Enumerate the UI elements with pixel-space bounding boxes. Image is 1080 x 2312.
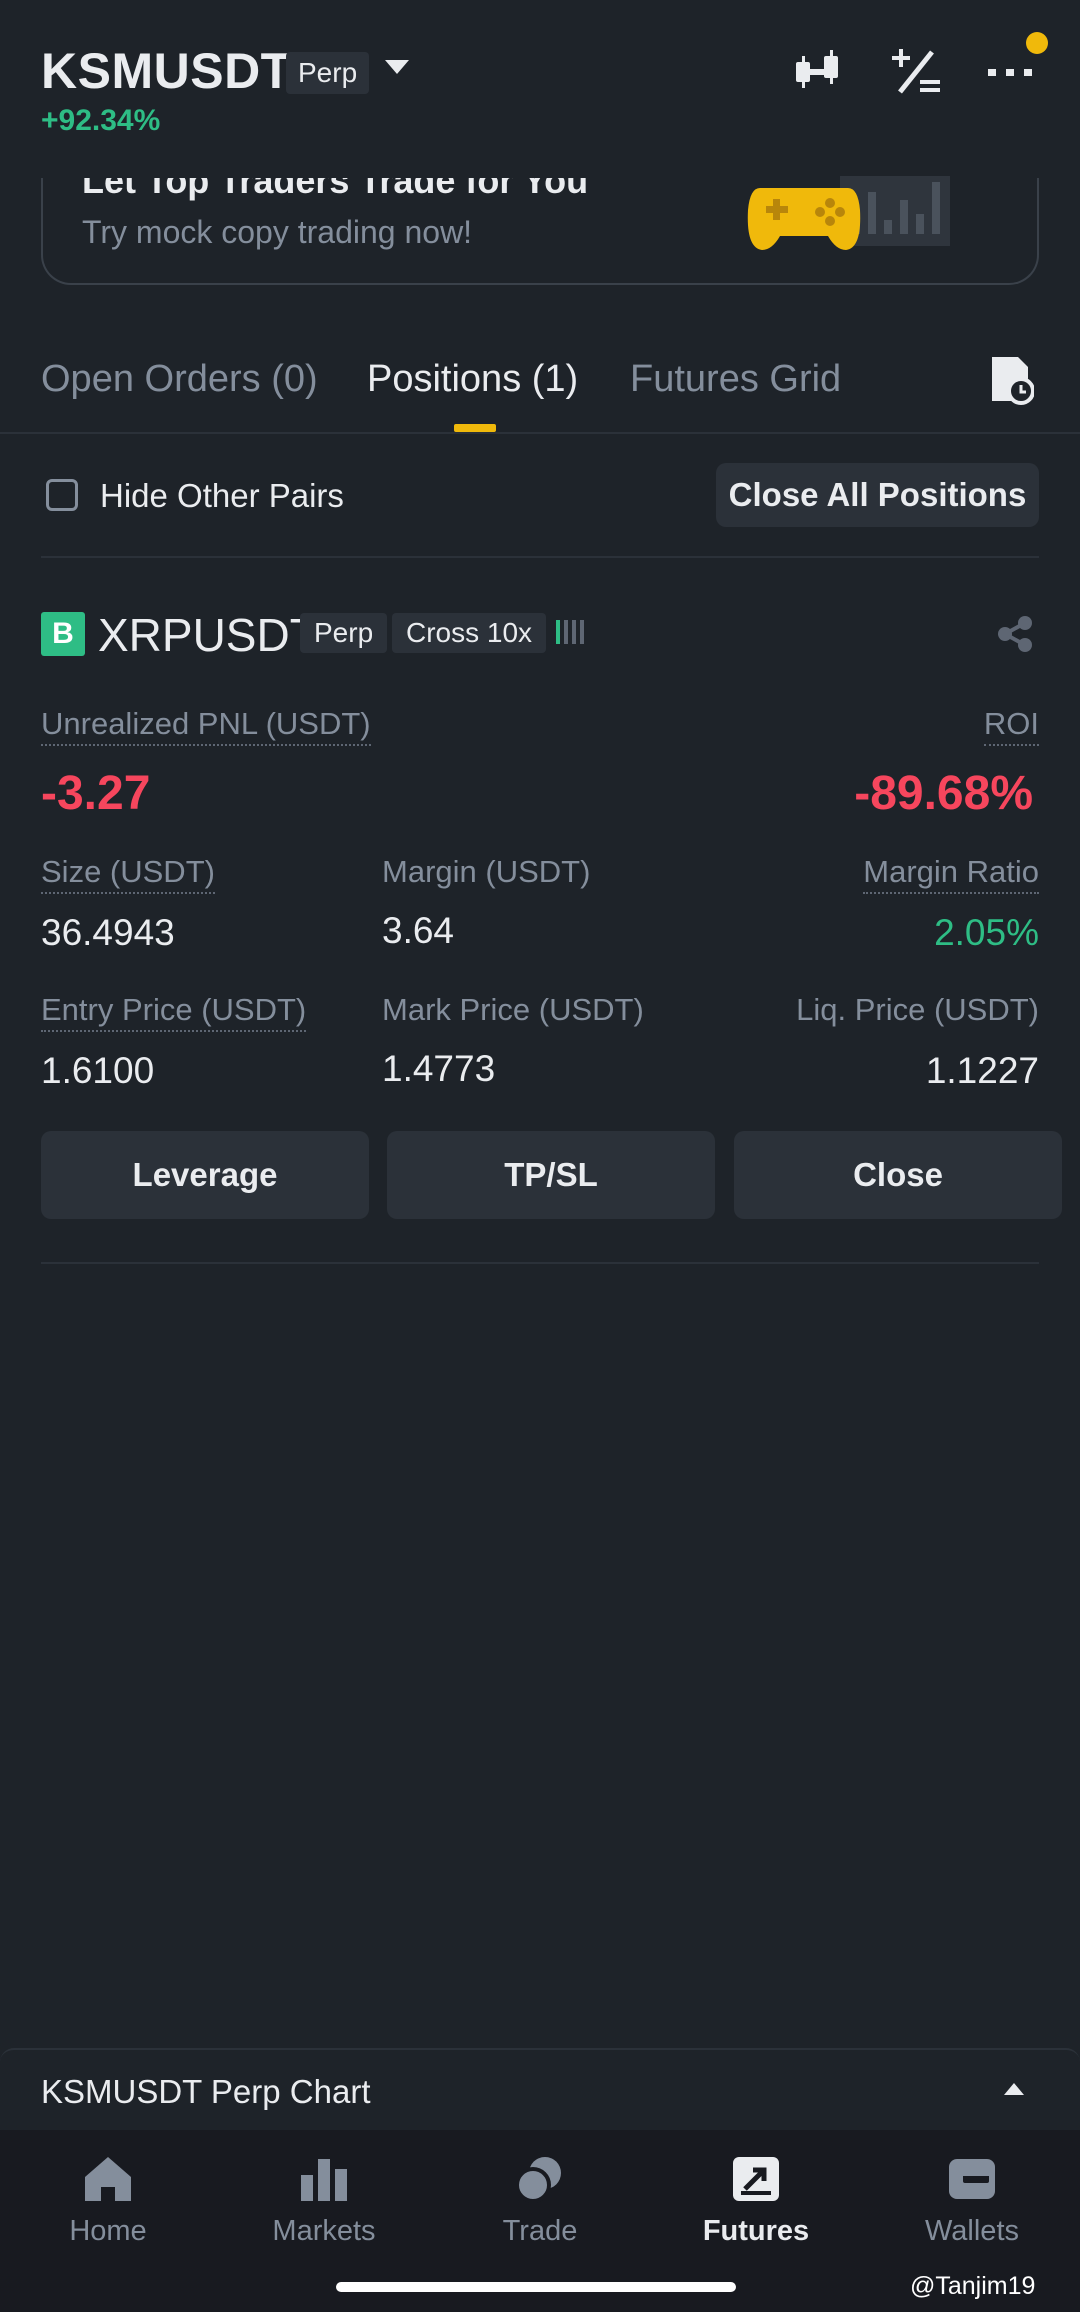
entry-price-label[interactable]: Entry Price (USDT)	[41, 992, 307, 1032]
nav-futures[interactable]: Futures	[648, 2155, 864, 2248]
nav-home[interactable]: Home	[0, 2155, 216, 2248]
nav-trade-label: Trade	[502, 2215, 578, 2247]
close-position-button[interactable]: Close	[734, 1131, 1062, 1219]
liq-price-label: Liq. Price (USDT)	[796, 992, 1039, 1027]
roi-label[interactable]: ROI	[983, 706, 1039, 746]
history-icon[interactable]	[988, 355, 1034, 405]
mark-price-value: 1.4773	[382, 1048, 496, 1089]
size-label[interactable]: Size (USDT)	[41, 854, 215, 894]
symbol-title[interactable]: KSMUSDT	[41, 42, 292, 100]
tabs-divider	[0, 432, 1080, 434]
margin-value: 3.64	[382, 910, 455, 951]
risk-level-icon	[556, 620, 584, 644]
tab-futures-grid[interactable]: Futures Grid	[630, 358, 841, 401]
game-controller-icon	[747, 176, 950, 250]
price-change: +92.34%	[41, 104, 161, 137]
tab-positions[interactable]: Positions (1)	[367, 358, 578, 401]
nav-markets[interactable]: Markets	[216, 2155, 432, 2248]
unrealized-pnl-value: -3.27	[41, 767, 151, 820]
banner-subtitle: Try mock copy trading now!	[82, 214, 473, 250]
divider	[41, 1262, 1039, 1264]
symbol-dropdown-icon[interactable]	[385, 60, 409, 74]
margin-ratio-value: 2.05%	[934, 912, 1039, 953]
nav-wallets-label: Wallets	[925, 2215, 1019, 2247]
size-value: 36.4943	[41, 912, 175, 953]
tpsl-button[interactable]: TP/SL	[387, 1131, 715, 1219]
nav-markets-label: Markets	[272, 2215, 376, 2247]
candlestick-chart-icon[interactable]	[788, 42, 848, 102]
wallet-icon	[949, 2159, 995, 2199]
nav-wallets[interactable]: Wallets	[864, 2155, 1080, 2248]
nav-home-label: Home	[69, 2215, 147, 2247]
home-indicator[interactable]	[336, 2282, 736, 2292]
mark-price-label: Mark Price (USDT)	[382, 992, 644, 1027]
markets-icon	[301, 2159, 347, 2201]
chevron-up-icon[interactable]	[1004, 2083, 1024, 2095]
nav-trade[interactable]: Trade	[432, 2155, 648, 2248]
long-side-badge: B	[41, 612, 85, 656]
active-tab-indicator	[454, 424, 496, 432]
percent-calculator-icon[interactable]	[886, 42, 946, 102]
unrealized-pnl-label[interactable]: Unrealized PNL (USDT)	[41, 706, 371, 746]
margin-ratio-label[interactable]: Margin Ratio	[863, 854, 1039, 894]
hide-other-pairs-checkbox[interactable]	[46, 479, 78, 511]
leverage-button[interactable]: Leverage	[41, 1131, 369, 1219]
entry-price-value: 1.6100	[41, 1050, 155, 1091]
contract-type-badge: Perp	[286, 52, 370, 94]
close-all-positions-button[interactable]: Close All Positions	[716, 463, 1039, 527]
share-icon[interactable]	[995, 614, 1035, 654]
nav-futures-label: Futures	[702, 2215, 810, 2247]
position-contract-badge: Perp	[300, 613, 388, 653]
notification-dot	[1026, 32, 1048, 54]
futures-icon	[733, 2157, 779, 2201]
trade-icon	[515, 2157, 561, 2203]
margin-label: Margin (USDT)	[382, 854, 591, 889]
chart-drawer-label[interactable]: KSMUSDT Perp Chart	[41, 2073, 370, 2111]
tab-open-orders[interactable]: Open Orders (0)	[41, 358, 318, 401]
liq-price-value: 1.1227	[925, 1050, 1039, 1091]
home-icon	[85, 2157, 131, 2201]
roi-value: -89.68%	[854, 767, 1033, 820]
divider	[41, 556, 1039, 558]
hide-other-pairs-label[interactable]: Hide Other Pairs	[100, 477, 344, 515]
watermark: @Tanjim19	[910, 2272, 1036, 2300]
position-symbol[interactable]: XRPUSDT	[98, 608, 318, 662]
margin-mode-badge[interactable]: Cross 10x	[392, 613, 547, 653]
